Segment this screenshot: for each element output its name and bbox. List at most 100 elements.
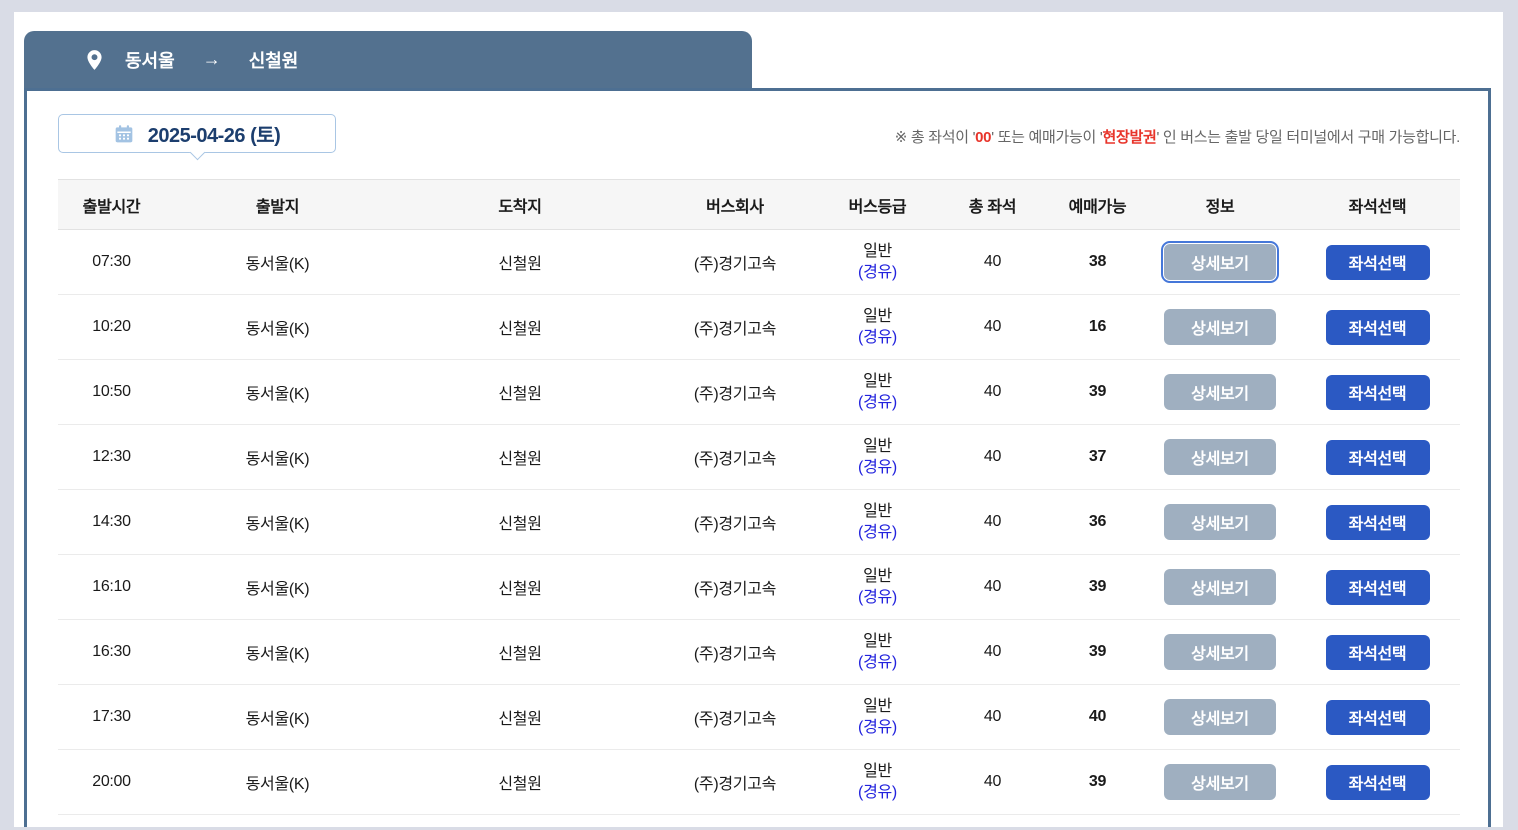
selected-date-label: 2025-04-26 (토) <box>147 125 281 147</box>
destination: 신철원 <box>390 424 650 490</box>
available-seats: 16 <box>1050 294 1145 360</box>
via-label: (경유) <box>858 524 897 541</box>
column-header-departure-time: 출발시간 <box>58 179 165 230</box>
bus-company: (주)경기고속 <box>650 424 820 490</box>
origin: 동서울(K) <box>165 424 390 490</box>
grade-label: 일반 <box>863 503 892 520</box>
destination: 신철원 <box>390 359 650 425</box>
total-seats: 40 <box>935 229 1050 295</box>
arrow-right-icon: → <box>202 49 221 69</box>
header-row: 출발시간 출발지 도착지 버스회사 버스등급 총 좌석 예매가능 정보 좌석선택 <box>58 179 1460 230</box>
seat-select-button[interactable]: 좌석선택 <box>1325 374 1430 410</box>
departure-time: 14:30 <box>58 489 165 555</box>
available-seats: 39 <box>1050 359 1145 425</box>
bus-company: (주)경기고속 <box>650 684 820 750</box>
detail-button[interactable]: 상세보기 <box>1164 569 1276 605</box>
notice-part: ' 또는 예매가능이 ' <box>991 129 1103 146</box>
origin: 동서울(K) <box>165 749 390 815</box>
total-seats: 40 <box>935 554 1050 620</box>
grade-label: 일반 <box>863 763 892 780</box>
column-header-total-seats: 총 좌석 <box>935 179 1050 230</box>
origin: 동서울(K) <box>165 619 390 685</box>
detail-button[interactable]: 상세보기 <box>1164 439 1276 475</box>
bus-grade: 일반 (경유) <box>820 554 935 620</box>
location-pin-icon <box>86 49 103 71</box>
seat-select-button[interactable]: 좌석선택 <box>1325 569 1430 605</box>
departure-time: 12:30 <box>58 424 165 490</box>
seat-select-button[interactable]: 좌석선택 <box>1325 439 1430 475</box>
detail-button[interactable]: 상세보기 <box>1164 699 1276 735</box>
total-seats: 40 <box>935 489 1050 555</box>
detail-button[interactable]: 상세보기 <box>1164 309 1276 345</box>
seat-select-button[interactable]: 좌석선택 <box>1325 244 1430 280</box>
departure-time: 10:20 <box>58 294 165 360</box>
seat-select-button[interactable]: 좌석선택 <box>1325 764 1430 800</box>
calendar-icon <box>114 124 134 144</box>
available-seats: 38 <box>1050 229 1145 295</box>
table-row: 14:30 동서울(K) 신철원 (주)경기고속 일반 (경유) 40 36 상세… <box>58 489 1460 555</box>
destination: 신철원 <box>390 749 650 815</box>
via-label: (경유) <box>858 459 897 476</box>
notice-part: ' 인 버스는 출발 당일 터미널에서 구매 가능합니다. <box>1156 129 1460 146</box>
bus-company: (주)경기고속 <box>650 229 820 295</box>
column-header-destination: 도착지 <box>390 179 650 230</box>
via-label: (경유) <box>858 719 897 736</box>
departure-time: 10:50 <box>58 359 165 425</box>
seat-select-button[interactable]: 좌석선택 <box>1325 634 1430 670</box>
bus-grade: 일반 (경유) <box>820 619 935 685</box>
origin: 동서울(K) <box>165 229 390 295</box>
content-page: 동서울 → 신철원 2025-04-26 (토) ※ 총 좌석이 '00' 또는… <box>14 12 1503 827</box>
departure-time: 17:30 <box>58 684 165 750</box>
via-label: (경유) <box>858 654 897 671</box>
bus-company: (주)경기고속 <box>650 749 820 815</box>
column-header-origin: 출발지 <box>165 179 390 230</box>
seat-select-button[interactable]: 좌석선택 <box>1325 504 1430 540</box>
via-label: (경유) <box>858 264 897 281</box>
via-label: (경유) <box>858 589 897 606</box>
notice-part: ※ 총 좌석이 ' <box>894 129 976 146</box>
grade-label: 일반 <box>863 633 892 650</box>
bus-company: (주)경기고속 <box>650 359 820 425</box>
destination: 신철원 <box>390 294 650 360</box>
date-picker-button[interactable]: 2025-04-26 (토) <box>58 114 336 153</box>
bus-grade: 일반 (경유) <box>820 749 935 815</box>
table-row: 16:30 동서울(K) 신철원 (주)경기고속 일반 (경유) 40 39 상세… <box>58 619 1460 685</box>
route-tab[interactable]: 동서울 → 신철원 <box>24 31 752 88</box>
total-seats: 40 <box>935 424 1050 490</box>
grade-label: 일반 <box>863 698 892 715</box>
notice-text: ※ 총 좌석이 '00' 또는 예매가능이 '현장발권' 인 버스는 출발 당일… <box>894 126 1461 153</box>
table-row: 10:20 동서울(K) 신철원 (주)경기고속 일반 (경유) 40 16 상세… <box>58 294 1460 360</box>
detail-button[interactable]: 상세보기 <box>1164 634 1276 670</box>
departure-time: 16:10 <box>58 554 165 620</box>
grade-label: 일반 <box>863 243 892 260</box>
destination: 신철원 <box>390 684 650 750</box>
destination: 신철원 <box>390 619 650 685</box>
detail-button[interactable]: 상세보기 <box>1164 374 1276 410</box>
grade-label: 일반 <box>863 438 892 455</box>
detail-button[interactable]: 상세보기 <box>1164 504 1276 540</box>
seat-select-button[interactable]: 좌석선택 <box>1325 309 1430 345</box>
seat-select-button[interactable]: 좌석선택 <box>1325 699 1430 735</box>
origin: 동서울(K) <box>165 489 390 555</box>
detail-button[interactable]: 상세보기 <box>1164 764 1276 800</box>
total-seats: 40 <box>935 749 1050 815</box>
departure-time: 16:30 <box>58 619 165 685</box>
origin: 동서울(K) <box>165 684 390 750</box>
bus-company: (주)경기고속 <box>650 619 820 685</box>
schedule-table: 출발시간 출발지 도착지 버스회사 버스등급 총 좌석 예매가능 정보 좌석선택… <box>58 179 1460 815</box>
bus-grade: 일반 (경유) <box>820 229 935 295</box>
notice-highlight-zero: 00 <box>975 129 992 146</box>
column-header-seat-select: 좌석선택 <box>1295 179 1460 230</box>
top-bar: 2025-04-26 (토) ※ 총 좌석이 '00' 또는 예매가능이 '현장… <box>58 114 1460 153</box>
detail-button[interactable]: 상세보기 <box>1161 241 1279 283</box>
bus-grade: 일반 (경유) <box>820 684 935 750</box>
via-label: (경유) <box>858 394 897 411</box>
origin: 동서울(K) <box>165 359 390 425</box>
total-seats: 40 <box>935 684 1050 750</box>
available-seats: 37 <box>1050 424 1145 490</box>
column-header-grade: 버스등급 <box>820 179 935 230</box>
bus-grade: 일반 (경유) <box>820 489 935 555</box>
bus-grade: 일반 (경유) <box>820 424 935 490</box>
destination: 신철원 <box>390 229 650 295</box>
schedule-panel: 2025-04-26 (토) ※ 총 좌석이 '00' 또는 예매가능이 '현장… <box>24 88 1491 827</box>
